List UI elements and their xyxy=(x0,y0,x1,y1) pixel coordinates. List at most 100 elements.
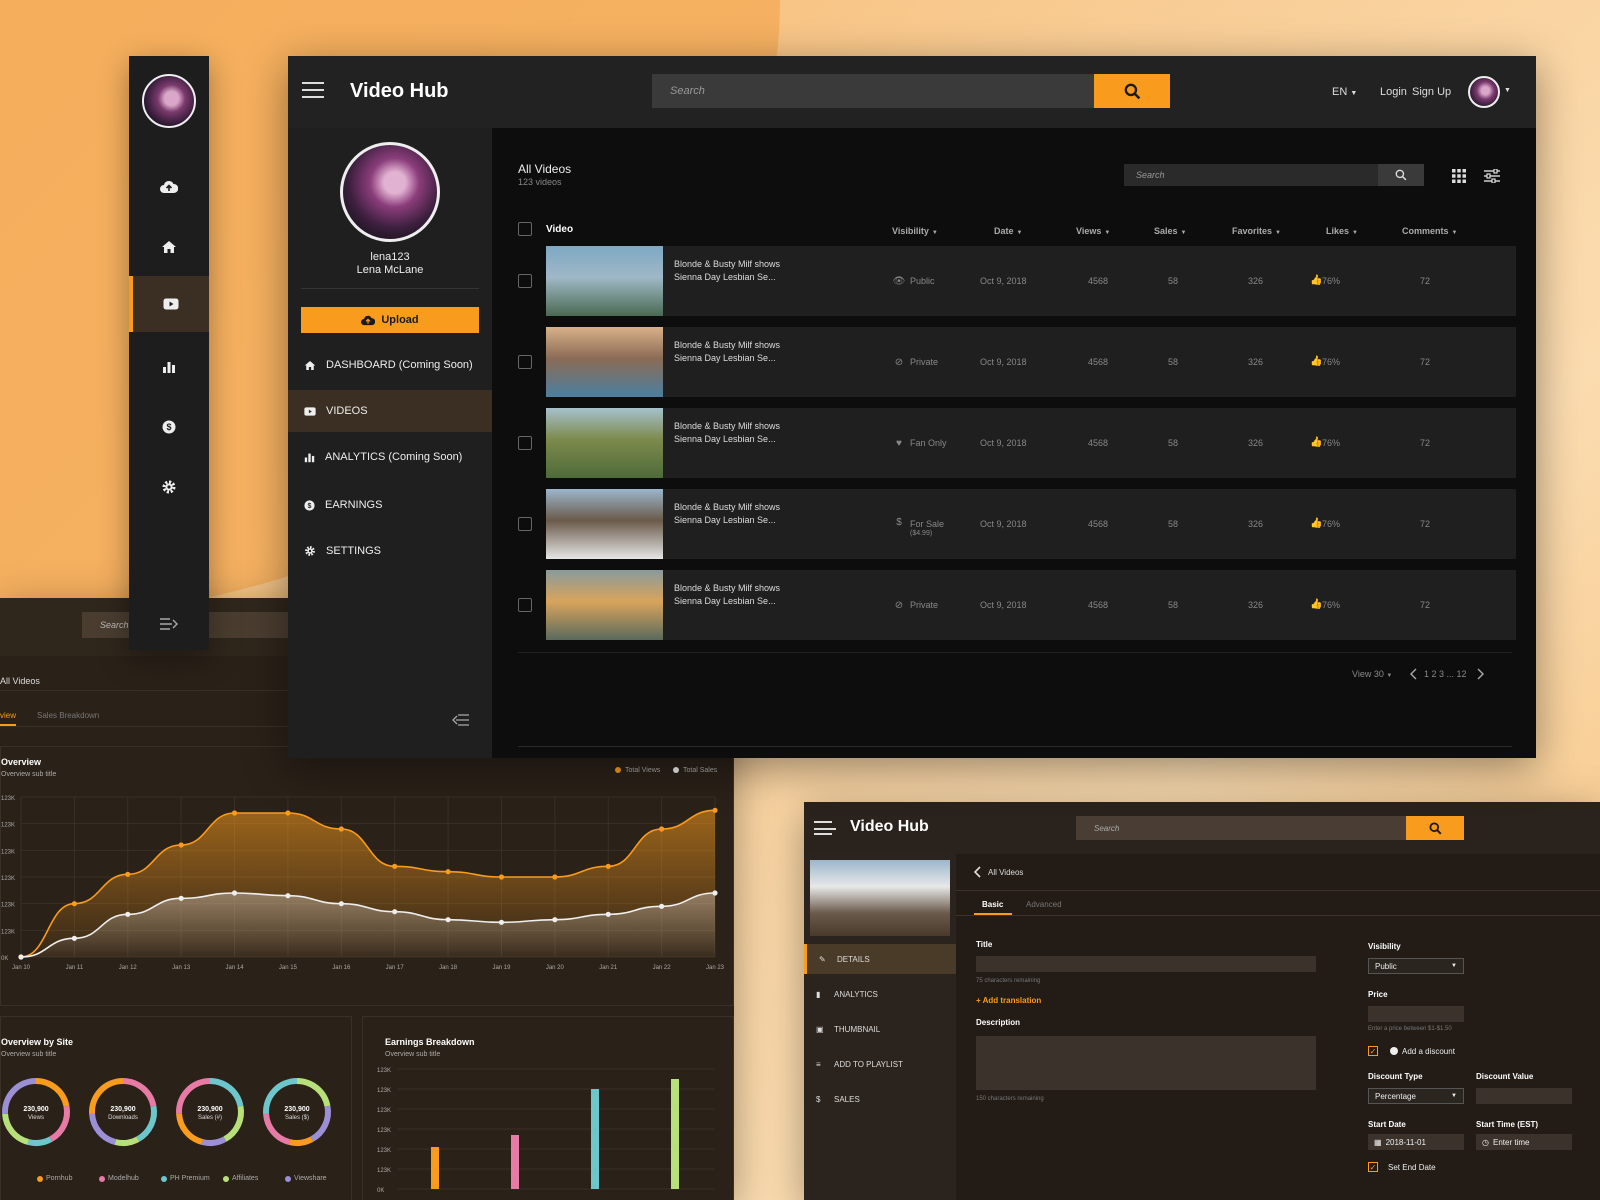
back-icon[interactable] xyxy=(974,866,982,878)
language-selector[interactable]: EN ▼ xyxy=(1332,86,1357,98)
row-checkbox[interactable] xyxy=(518,436,532,450)
table-row[interactable]: Blonde & Busty Milf shows Sienna Day Les… xyxy=(546,408,1516,478)
select-all-checkbox[interactable] xyxy=(518,222,532,236)
donut-label: Sales ($) xyxy=(285,1115,309,1121)
video-thumbnail[interactable] xyxy=(546,489,663,559)
start-time-input[interactable]: ◷ Enter time xyxy=(1476,1134,1572,1150)
description-input[interactable] xyxy=(976,1036,1316,1090)
sidebar-item-videos[interactable]: VIDEOS xyxy=(288,390,492,432)
sidebar-item-upload[interactable] xyxy=(129,159,209,215)
collapse-icon[interactable] xyxy=(452,714,470,726)
video-title[interactable]: Blonde & Busty Milf shows Sienna Day Les… xyxy=(674,339,794,365)
column-date[interactable]: Date ▼ xyxy=(994,226,1022,236)
grid-view-icon[interactable] xyxy=(1452,169,1466,183)
back-link[interactable]: All Videos xyxy=(988,868,1023,877)
video-thumbnail[interactable] xyxy=(546,408,663,478)
video-title[interactable]: Blonde & Busty Milf shows Sienna Day Les… xyxy=(674,420,794,446)
row-checkbox[interactable] xyxy=(518,355,532,369)
sidebar-item-analytics[interactable]: ANALYTICS (Coming Soon) xyxy=(288,436,492,478)
filter-icon[interactable] xyxy=(1484,169,1500,183)
tab-advanced[interactable]: Advanced xyxy=(1026,900,1062,909)
language-label: EN xyxy=(1332,86,1348,98)
signup-link[interactable]: Sign Up xyxy=(1412,86,1451,98)
thumbs-up-icon: 👍 xyxy=(1310,356,1323,367)
video-title[interactable]: Blonde & Busty Milf shows Sienna Day Les… xyxy=(674,258,794,284)
sidebar-item-videos[interactable] xyxy=(129,276,209,332)
sidebar-item-dashboard[interactable]: DASHBOARD (Coming Soon) xyxy=(288,344,492,386)
title-input[interactable] xyxy=(976,956,1316,972)
video-thumbnail[interactable] xyxy=(546,246,663,316)
add-discount-checkbox[interactable]: ✓ xyxy=(1368,1046,1378,1056)
analytics-breadcrumb[interactable]: All Videos xyxy=(0,676,40,686)
sidebar-item-analytics[interactable] xyxy=(129,339,209,395)
video-title[interactable]: Blonde & Busty Milf shows Sienna Day Les… xyxy=(674,501,794,527)
video-search-button[interactable] xyxy=(1378,164,1424,186)
row-checkbox[interactable] xyxy=(518,598,532,612)
column-sales[interactable]: Sales ▼ xyxy=(1154,226,1186,236)
upload-label: Upload xyxy=(381,314,419,326)
discount-value-input[interactable] xyxy=(1476,1088,1572,1104)
add-translation-link[interactable]: + Add translation xyxy=(976,996,1041,1005)
edit-sidebar-item-add-to-playlist[interactable]: ≡ ADD TO PLAYLIST xyxy=(804,1049,956,1079)
user-avatar[interactable] xyxy=(1468,76,1500,108)
column-favorites[interactable]: Favorites ▼ xyxy=(1232,226,1281,236)
edit-search-input[interactable]: Search xyxy=(1076,816,1406,840)
table-row[interactable]: Blonde & Busty Milf shows Sienna Day Les… xyxy=(546,489,1516,559)
menu-icon[interactable] xyxy=(814,821,836,835)
set-end-date-checkbox[interactable]: ✓ xyxy=(1368,1162,1378,1172)
sidebar-item-earnings[interactable]: $ xyxy=(129,399,209,455)
legend-swatch-views xyxy=(615,767,621,773)
expand-sidebar-button[interactable] xyxy=(129,596,209,652)
prev-page-icon[interactable] xyxy=(1410,668,1418,680)
table-row[interactable]: Blonde & Busty Milf shows Sienna Day Les… xyxy=(546,246,1516,316)
profile-avatar[interactable] xyxy=(340,142,440,242)
column-comments[interactable]: Comments ▼ xyxy=(1402,226,1457,236)
sidebar-item-home[interactable] xyxy=(129,219,209,275)
upload-button[interactable]: Upload xyxy=(301,307,479,333)
edit-sidebar-item-details[interactable]: ✎ DETAILS xyxy=(804,944,956,974)
tab-overview[interactable]: view xyxy=(0,711,16,720)
visibility-select[interactable]: Public ▼ xyxy=(1368,958,1464,974)
visibility-value: Public xyxy=(910,276,935,286)
pagination[interactable]: 1 2 3 ... 12 xyxy=(1424,669,1467,679)
video-thumbnail[interactable] xyxy=(546,327,663,397)
sidebar-item-settings[interactable]: SETTINGS xyxy=(288,530,492,572)
next-page-icon[interactable] xyxy=(1476,668,1484,680)
sidebar-item-earnings[interactable]: $ EARNINGS xyxy=(288,484,492,526)
profile-fullname: Lena McLane xyxy=(356,264,424,276)
search-input[interactable]: Search xyxy=(652,74,1094,108)
tab-sales-breakdown[interactable]: Sales Breakdown xyxy=(37,711,99,720)
bar xyxy=(671,1079,679,1189)
row-comments: 72 xyxy=(1420,600,1431,610)
login-link[interactable]: Login xyxy=(1380,86,1407,98)
row-checkbox[interactable] xyxy=(518,274,532,288)
video-thumbnail[interactable] xyxy=(546,570,663,640)
avatar[interactable] xyxy=(142,74,196,128)
start-date-input[interactable]: ▦ 2018-11-01 xyxy=(1368,1134,1464,1150)
chevron-down-icon[interactable]: ▼ xyxy=(1504,87,1511,94)
view-per-page-select[interactable]: View 30 ▼ xyxy=(1352,669,1392,679)
table-row[interactable]: Blonde & Busty Milf shows Sienna Day Les… xyxy=(546,570,1516,640)
divider xyxy=(518,746,1512,747)
video-search-input[interactable]: Search xyxy=(1124,164,1378,186)
column-visibility[interactable]: Visibility ▼ xyxy=(892,226,938,236)
price-input[interactable] xyxy=(1368,1006,1464,1022)
column-likes[interactable]: Likes ▼ xyxy=(1326,226,1358,236)
sidebar-item-label: DASHBOARD (Coming Soon) xyxy=(326,359,473,371)
edit-sidebar-item-analytics[interactable]: ▮ ANALYTICS xyxy=(804,979,956,1009)
legend-swatch-sales xyxy=(673,767,679,773)
column-video[interactable]: Video xyxy=(546,224,573,235)
edit-search-button[interactable] xyxy=(1406,816,1464,840)
tab-basic[interactable]: Basic xyxy=(982,900,1003,909)
search-button[interactable] xyxy=(1094,74,1170,108)
sidebar-item-settings[interactable] xyxy=(129,459,209,515)
column-views[interactable]: Views ▼ xyxy=(1076,226,1110,236)
row-favorites: 326 xyxy=(1248,438,1264,448)
video-title[interactable]: Blonde & Busty Milf shows Sienna Day Les… xyxy=(674,582,794,608)
edit-sidebar-item-sales[interactable]: $ SALES xyxy=(804,1084,956,1114)
menu-icon[interactable] xyxy=(302,82,324,98)
table-row[interactable]: Blonde & Busty Milf shows Sienna Day Les… xyxy=(546,327,1516,397)
discount-type-select[interactable]: Percentage ▼ xyxy=(1368,1088,1464,1104)
edit-sidebar-item-thumbnail[interactable]: ▣ THUMBNAIL xyxy=(804,1014,956,1044)
row-checkbox[interactable] xyxy=(518,517,532,531)
